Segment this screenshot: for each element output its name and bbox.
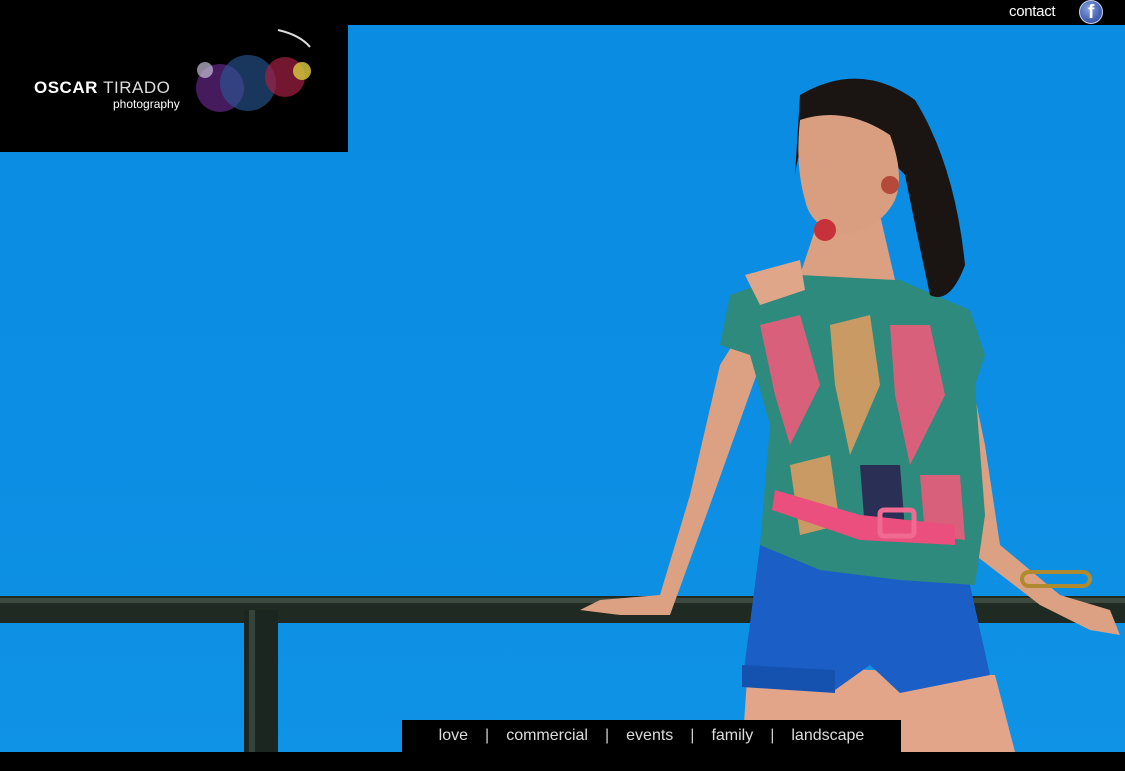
top-bar: contact f — [0, 0, 1125, 25]
logo-name: OSCAR TIRADO — [34, 78, 170, 98]
nav-landscape[interactable]: landscape — [774, 727, 881, 745]
facebook-icon[interactable]: f — [1079, 0, 1103, 24]
nav-commercial[interactable]: commercial — [489, 727, 605, 745]
main-nav: love | commercial | events | family | la… — [402, 720, 901, 752]
logo-name-part2: TIRADO — [103, 78, 171, 97]
logo-name-part1: OSCAR — [34, 78, 98, 97]
logo-tagline: photography — [113, 97, 180, 111]
bottom-bar — [0, 752, 1125, 771]
nav-family[interactable]: family — [694, 727, 770, 745]
logo[interactable]: OSCAR TIRADO photography — [0, 25, 348, 152]
nav-love[interactable]: love — [422, 727, 485, 745]
nav-events[interactable]: events — [609, 727, 690, 745]
contact-link[interactable]: contact — [1009, 3, 1056, 20]
